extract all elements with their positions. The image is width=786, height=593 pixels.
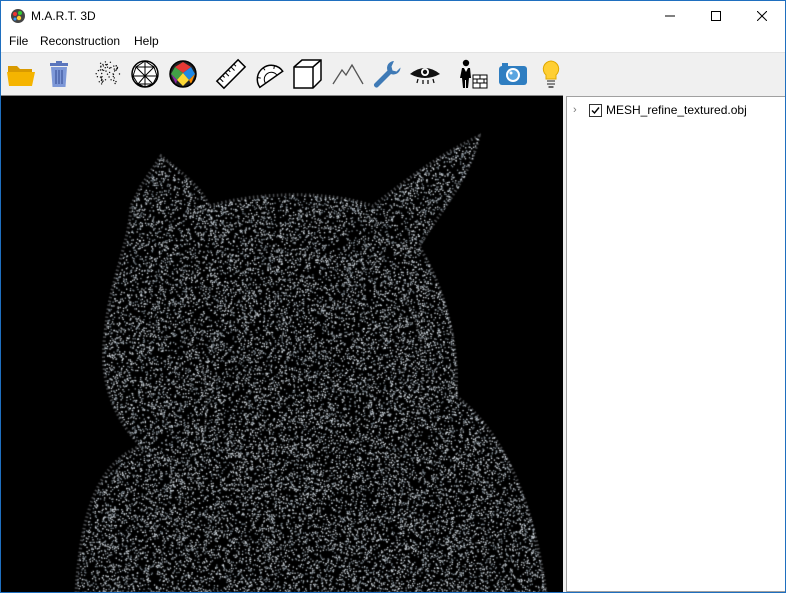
menu-bar: File Reconstruction Help xyxy=(1,31,785,53)
wireframe-button[interactable] xyxy=(129,58,161,90)
tree-item-label: MESH_refine_textured.obj xyxy=(606,103,747,117)
maximize-icon xyxy=(711,11,721,21)
menu-reconstruction[interactable]: Reconstruction xyxy=(40,34,120,48)
bounding-box-button[interactable] xyxy=(291,58,323,90)
builder-icon xyxy=(460,59,488,89)
folder-open-icon xyxy=(7,66,35,86)
minimize-button[interactable] xyxy=(647,1,693,31)
delete-button[interactable] xyxy=(43,58,75,90)
toolbar xyxy=(1,53,785,95)
ruler-button[interactable] xyxy=(215,58,247,90)
menu-file[interactable]: File xyxy=(9,34,28,48)
app-logo-icon xyxy=(11,9,25,23)
point-cloud-icon xyxy=(95,61,121,85)
chevron-right-icon[interactable]: › xyxy=(573,104,585,116)
tools-button[interactable] xyxy=(371,58,403,90)
camera-icon xyxy=(499,63,527,85)
menu-help[interactable]: Help xyxy=(134,34,159,48)
terrain-button[interactable] xyxy=(332,58,364,90)
protractor-button[interactable] xyxy=(253,58,285,90)
scene-tree-panel: › MESH_refine_textured.obj xyxy=(566,96,785,592)
close-button[interactable] xyxy=(739,1,785,31)
tree-item[interactable]: › MESH_refine_textured.obj xyxy=(573,101,747,119)
checkmark-icon xyxy=(591,106,600,114)
title-bar[interactable]: M.A.R.T. 3D xyxy=(1,1,785,31)
eye-icon xyxy=(410,68,440,84)
lightbulb-icon xyxy=(542,60,560,88)
textured-sphere-icon xyxy=(169,60,197,88)
point-cloud-button[interactable] xyxy=(91,58,123,90)
point-cloud-render[interactable] xyxy=(1,96,563,592)
minimize-icon xyxy=(665,15,675,17)
trash-icon xyxy=(50,61,68,87)
visibility-button[interactable] xyxy=(409,58,441,90)
wrench-icon xyxy=(374,61,401,88)
open-file-button[interactable] xyxy=(5,58,37,90)
screenshot-button[interactable] xyxy=(497,58,529,90)
lighting-button[interactable] xyxy=(535,58,567,90)
visibility-checkbox[interactable] xyxy=(589,103,602,117)
builder-button[interactable] xyxy=(456,58,488,90)
textured-button[interactable] xyxy=(167,58,199,90)
cube-icon xyxy=(293,59,322,89)
wireframe-sphere-icon xyxy=(131,60,159,88)
mountain-icon xyxy=(332,63,364,85)
3d-viewport[interactable] xyxy=(1,95,563,592)
app-window: M.A.R.T. 3D File Reconstruction Help › M… xyxy=(0,0,786,593)
close-icon xyxy=(757,11,767,21)
maximize-button[interactable] xyxy=(693,1,739,31)
ruler-icon xyxy=(215,58,247,90)
protractor-icon xyxy=(256,64,284,89)
window-title: M.A.R.T. 3D xyxy=(31,9,96,23)
